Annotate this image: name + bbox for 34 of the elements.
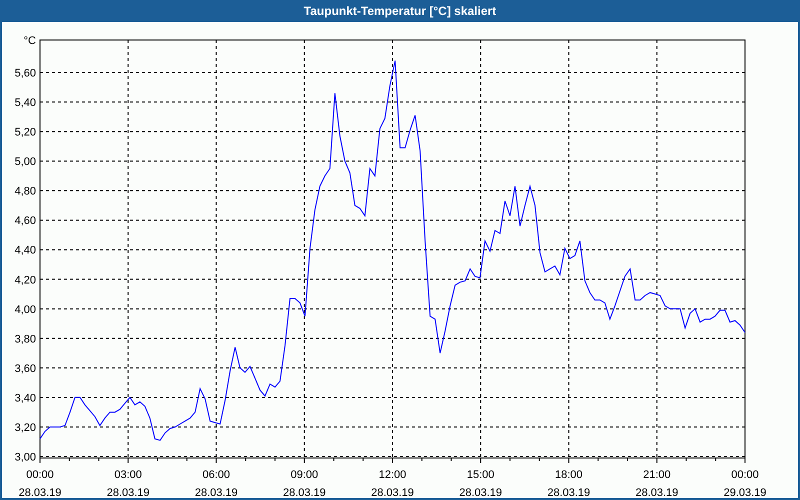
y-tick-label: 4,00 xyxy=(14,304,36,316)
y-tick-label: 3,60 xyxy=(14,362,36,375)
x-tick-time: 00:00 xyxy=(731,469,759,481)
y-tick-label: 5,40 xyxy=(14,97,36,110)
x-tick-time: 09:00 xyxy=(290,469,318,481)
x-tick-time: 18:00 xyxy=(554,469,583,481)
x-tick-time: 12:00 xyxy=(378,469,406,481)
x-tick-date: 29.03.19 xyxy=(724,487,766,498)
y-tick-label: 4,60 xyxy=(14,215,36,228)
window-title: Taupunkt-Temperatur [°C] skaliert xyxy=(0,0,800,22)
y-tick-label: 4,80 xyxy=(14,186,36,198)
x-tick-date: 28.03.19 xyxy=(371,487,414,498)
y-tick-label: 3,80 xyxy=(14,333,36,346)
y-tick-label: 5,20 xyxy=(14,126,36,139)
x-tick-date: 28.03.19 xyxy=(282,487,326,498)
y-axis-unit: °C xyxy=(24,35,36,47)
x-tick-time: 03:00 xyxy=(114,469,142,481)
x-tick-date: 28.03.19 xyxy=(194,487,238,498)
x-tick-time: 00:00 xyxy=(26,469,54,481)
y-tick-label: 3,00 xyxy=(14,452,36,464)
x-tick-date: 28.03.19 xyxy=(459,487,502,498)
x-tick-time: 15:00 xyxy=(466,469,494,481)
x-tick-date: 28.03.19 xyxy=(18,487,62,498)
x-tick-date: 28.03.19 xyxy=(547,487,590,498)
y-tick-label: 5,00 xyxy=(14,156,36,168)
y-tick-label: 4,40 xyxy=(14,244,36,257)
x-tick-date: 28.03.19 xyxy=(635,487,678,498)
x-tick-time: 06:00 xyxy=(202,469,230,481)
y-tick-label: 3,20 xyxy=(14,422,36,434)
x-tick-time: 21:00 xyxy=(643,469,671,481)
y-tick-label: 5,60 xyxy=(14,68,36,80)
y-tick-label: 3,40 xyxy=(14,392,36,404)
y-tick-label: 4,20 xyxy=(14,274,36,286)
x-tick-date: 28.03.19 xyxy=(106,487,150,498)
